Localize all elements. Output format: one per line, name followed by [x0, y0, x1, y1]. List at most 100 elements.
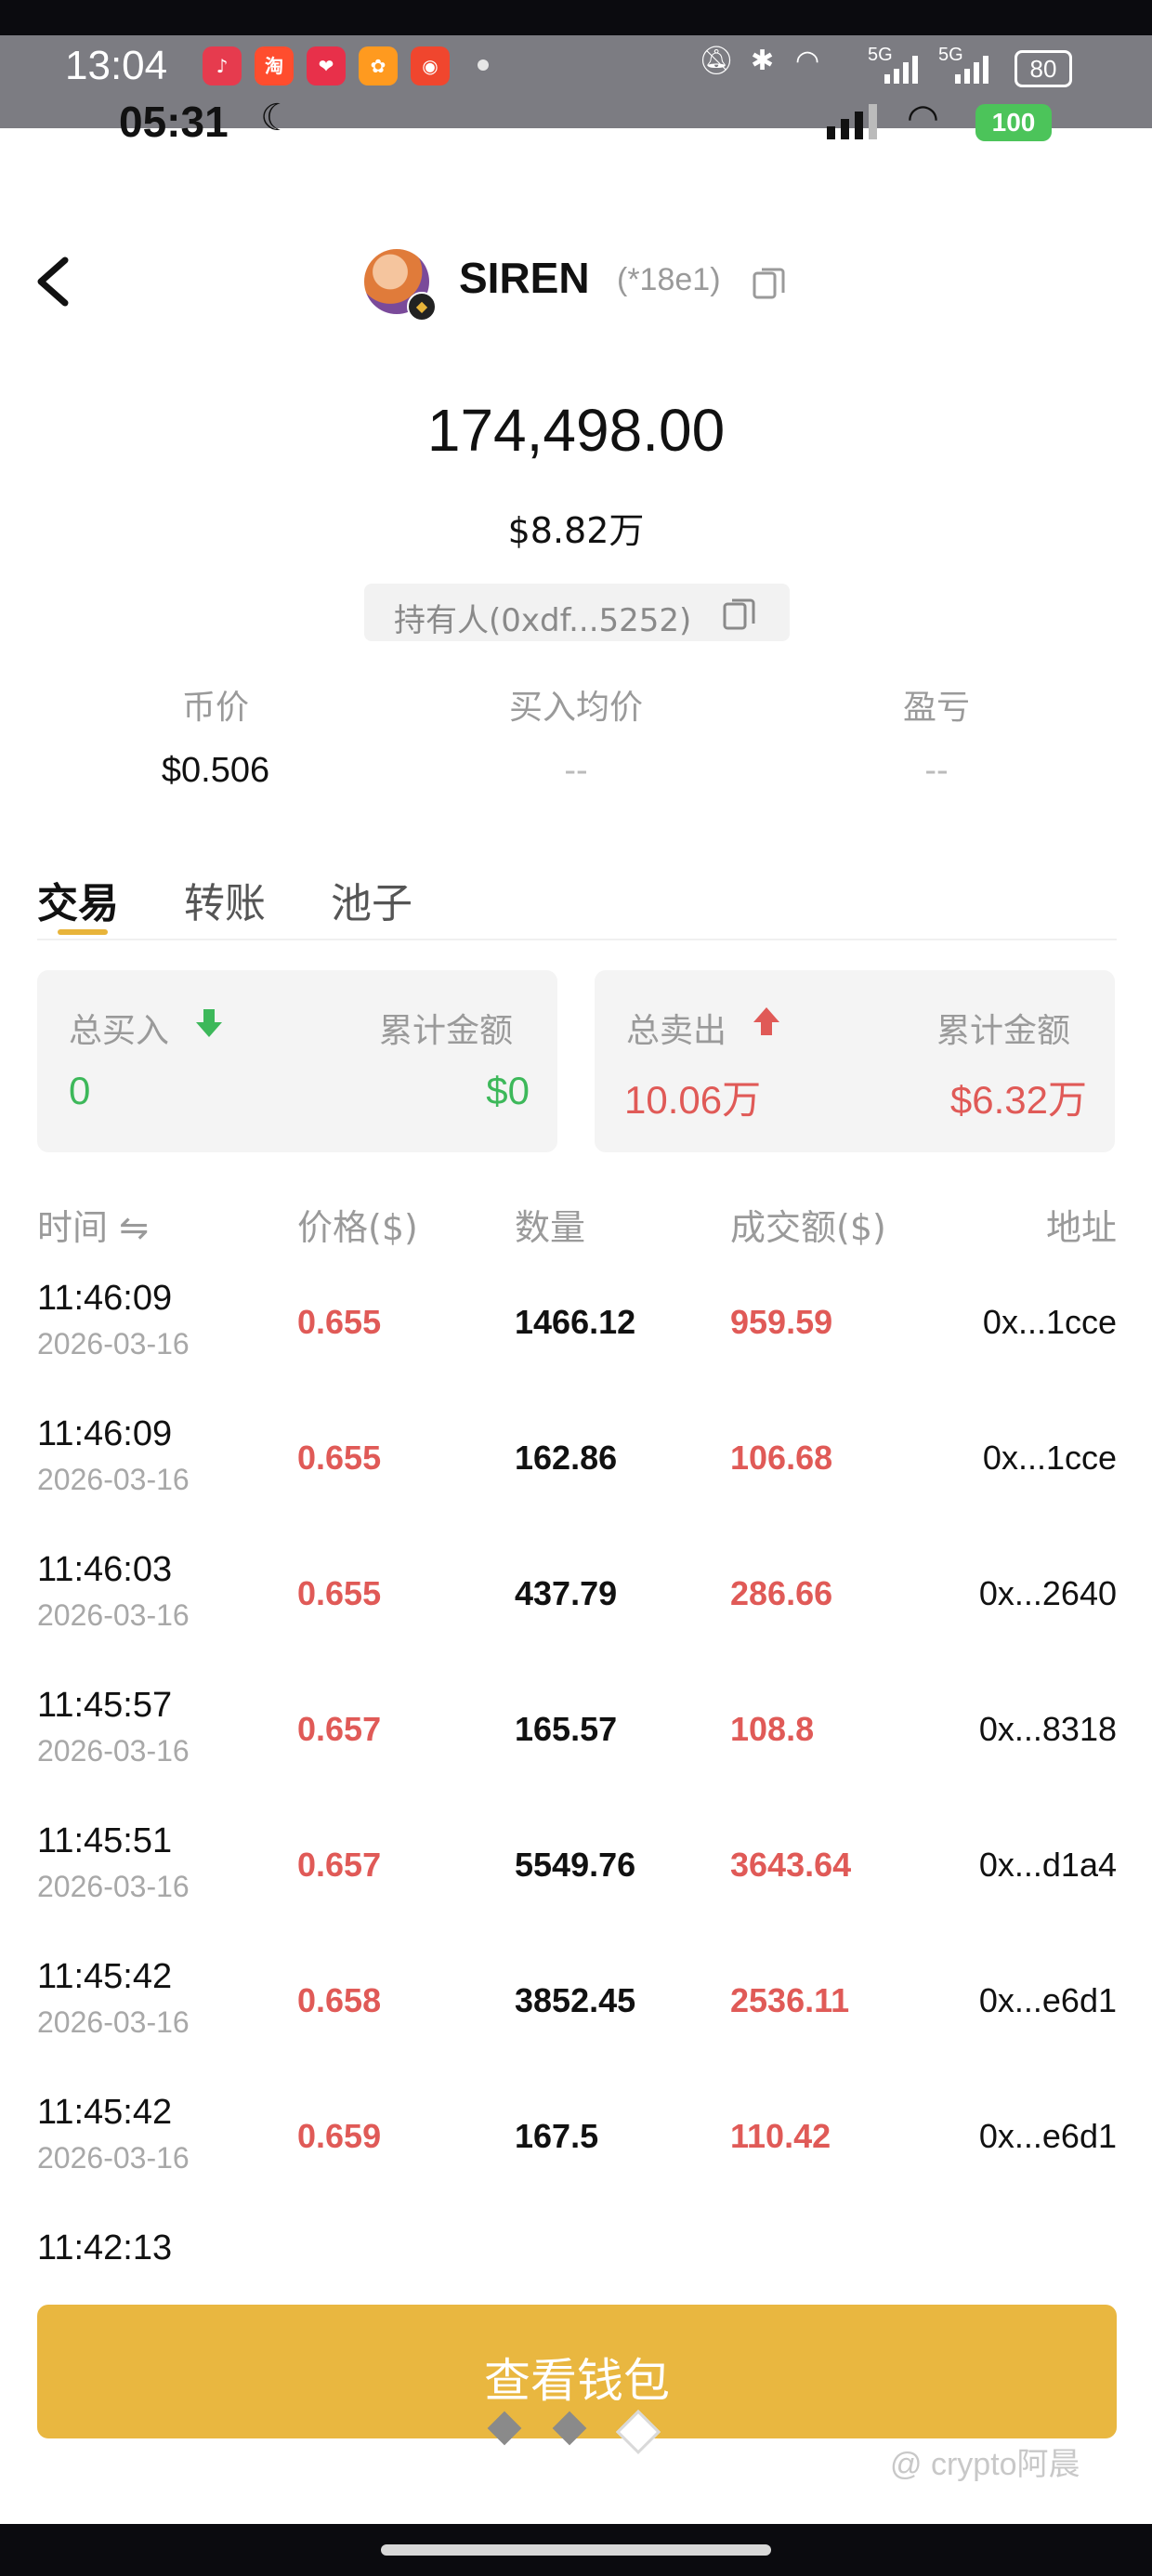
notification-dot-icon: [478, 59, 489, 71]
view-wallet-label: 查看钱包: [484, 2354, 670, 2408]
trade-quantity: 437.79: [515, 1574, 618, 1612]
trade-time: 11:45:42: [37, 1957, 173, 1996]
orange-app-icon: ✿: [359, 46, 398, 85]
token-address: (*18e1): [617, 262, 721, 297]
table-row[interactable]: 11:45:42 2026-03-16 0.658 3852.45 2536.11 0x.…: [0, 1957, 1152, 2093]
column-quantity: 数量: [515, 1207, 586, 1248]
trade-address[interactable]: 0x...1cce: [838, 1303, 1117, 1342]
trade-price: 0.655: [297, 1439, 382, 1477]
trade-price: 0.657: [297, 1710, 382, 1748]
stat-pnl-label: 盈亏: [902, 689, 970, 727]
trade-price: 0.657: [297, 1846, 382, 1884]
holding-amount: 174,498.00: [426, 397, 726, 464]
trade-table-body[interactable]: 11:46:09 2026-03-16 0.655 1466.12 959.59 0x..…: [0, 1279, 1152, 2273]
tab-pool[interactable]: 池子: [331, 870, 412, 929]
column-time-sort[interactable]: 时间 ⇋: [37, 1199, 149, 1250]
trade-address[interactable]: 0x...e6d1: [838, 2117, 1117, 2156]
wifi-icon: ◠: [795, 46, 820, 76]
total-sell-value: 10.06万: [624, 1078, 762, 1122]
stat-price-label: 币价: [181, 689, 249, 727]
trade-amount: 106.68: [730, 1439, 833, 1477]
table-row[interactable]: 11:42:13: [0, 2228, 1152, 2273]
phone-clock: 05:31: [119, 98, 229, 146]
signal-icon-2: [955, 56, 988, 84]
phone-battery: 100: [975, 104, 1052, 141]
trade-address[interactable]: 0x...d1a4: [838, 1846, 1117, 1885]
top-strip: [0, 0, 1152, 35]
trade-time: 11:45:57: [37, 1686, 173, 1725]
heart-app-icon: ❤: [307, 46, 346, 85]
signal-icon: [884, 56, 918, 84]
trade-price: 0.658: [297, 1981, 382, 2019]
red-bag-app-icon: ◉: [411, 46, 450, 85]
column-address: 地址: [1045, 1207, 1117, 1248]
trade-time: 11:46:03: [37, 1550, 173, 1589]
arrow-up-icon: [753, 1007, 779, 1035]
watermark: @ crypto阿晨: [890, 2447, 1080, 2482]
trade-quantity: 3852.45: [515, 1981, 636, 2019]
table-row[interactable]: 11:45:42 2026-03-16 0.659 167.5 110.42 0x...e…: [0, 2093, 1152, 2228]
trade-price: 0.655: [297, 1574, 382, 1612]
holder-address: 持有人(0xdf...5252): [394, 602, 692, 639]
copy-icon[interactable]: [751, 264, 788, 301]
trade-address[interactable]: 0x...e6d1: [838, 1981, 1117, 2020]
stat-price-value: $0.506: [161, 751, 270, 790]
trade-amount: 959.59: [730, 1303, 833, 1341]
back-button[interactable]: [28, 249, 84, 314]
trade-date: 2026-03-16: [37, 1463, 190, 1496]
trade-time: 11:45:51: [37, 1821, 173, 1860]
table-row[interactable]: 11:45:51 2026-03-16 0.657 5549.76 3643.64 0x.…: [0, 1821, 1152, 1957]
tabs-divider: [37, 939, 1117, 940]
trade-time: 11:46:09: [37, 1414, 173, 1453]
stat-avg-buy-value: --: [564, 751, 588, 790]
overlay-battery: 80: [1015, 50, 1072, 87]
trade-date: 2026-03-16: [37, 1327, 190, 1360]
buy-cumulative-amount: $0: [486, 1069, 530, 1112]
trade-date: 2026-03-16: [37, 2141, 190, 2175]
sell-cumulative-amount: $6.32万: [949, 1078, 1087, 1122]
trade-time: 11:45:42: [37, 2093, 173, 2132]
trade-time: 11:46:09: [37, 1279, 173, 1318]
music-app-icon: ♪: [203, 46, 242, 85]
arrow-down-icon: [196, 1009, 222, 1037]
tab-active-indicator: [58, 929, 108, 935]
table-row[interactable]: 11:46:09 2026-03-16 0.655 162.86 106.68 0x...…: [0, 1414, 1152, 1550]
trade-amount: 3643.64: [730, 1846, 852, 1884]
mute-icon: 🔕︎: [699, 46, 735, 76]
trade-address[interactable]: 0x...2640: [838, 1574, 1117, 1613]
tab-trade[interactable]: 交易: [37, 870, 119, 929]
total-buy-label: 总买入: [69, 1012, 170, 1050]
buy-cumulative-label: 累计金额: [379, 1012, 514, 1050]
tab-transfer[interactable]: 转账: [184, 870, 266, 929]
trade-quantity: 5549.76: [515, 1846, 636, 1884]
trade-date: 2026-03-16: [37, 1734, 190, 1768]
sell-cumulative-label: 累计金额: [936, 1012, 1071, 1050]
trade-address[interactable]: 0x...8318: [838, 1710, 1117, 1749]
copy-holder-icon[interactable]: [721, 595, 758, 632]
table-row[interactable]: 11:45:57 2026-03-16 0.657 165.57 108.8 0x...8…: [0, 1686, 1152, 1821]
trade-amount: 2536.11: [730, 1981, 850, 2019]
taobao-app-icon: 淘: [255, 46, 294, 85]
trade-quantity: 167.5: [515, 2117, 599, 2155]
trade-amount: 286.66: [730, 1574, 833, 1612]
column-amount: 成交额($): [730, 1207, 886, 1248]
phone-wifi-icon: ◠: [907, 97, 939, 139]
trade-quantity: 162.86: [515, 1439, 618, 1477]
trade-quantity: 1466.12: [515, 1303, 636, 1341]
total-sell-label: 总卖出: [626, 1012, 727, 1050]
trade-date: 2026-03-16: [37, 2005, 190, 2039]
trade-quantity: 165.57: [515, 1710, 618, 1748]
overlay-clock: 13:04: [65, 43, 168, 88]
chain-badge-icon: ◆: [407, 292, 437, 322]
buy-summary-card: [37, 970, 557, 1152]
trade-amount: 108.8: [730, 1710, 815, 1748]
moon-icon: ☾: [260, 97, 294, 139]
phone-signal-icon: [827, 104, 877, 139]
table-row[interactable]: 11:46:09 2026-03-16 0.655 1466.12 959.59 0x..…: [0, 1279, 1152, 1414]
trade-address[interactable]: 0x...1cce: [838, 1439, 1117, 1478]
trade-price: 0.655: [297, 1303, 382, 1341]
table-row[interactable]: 11:46:03 2026-03-16 0.655 437.79 286.66 0x...…: [0, 1550, 1152, 1686]
column-price: 价格($): [297, 1207, 418, 1248]
trade-amount: 110.42: [730, 2117, 831, 2155]
home-indicator[interactable]: [381, 2544, 771, 2556]
